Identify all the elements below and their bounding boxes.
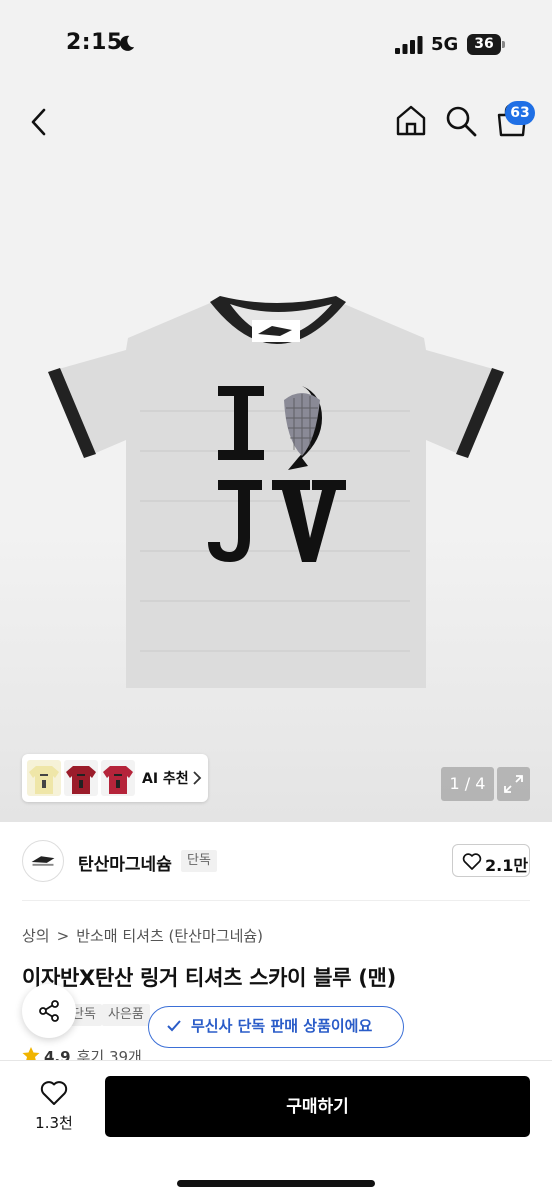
- thumbnail-red-shirt-2: [101, 760, 135, 796]
- share-icon: [39, 1000, 59, 1022]
- divider: [22, 900, 530, 901]
- status-time: 2:15: [66, 30, 123, 55]
- ai-recommendation-label: AI 추천: [142, 771, 189, 787]
- back-icon[interactable]: [24, 104, 56, 140]
- chevron-right-icon: [193, 771, 202, 785]
- battery-icon: 36: [467, 34, 505, 55]
- search-icon[interactable]: [444, 102, 478, 138]
- breadcrumb-subcategory[interactable]: 반소매 티셔츠 (탄산마그네슘): [76, 927, 263, 945]
- brand-logo[interactable]: [22, 840, 64, 882]
- breadcrumb-separator-icon: >: [56, 927, 70, 945]
- brand-like-button[interactable]: 2.1만: [452, 844, 530, 877]
- exclusive-notice-text: 무신사 단독 판매 상품이에요: [191, 1017, 373, 1035]
- brand-name[interactable]: 탄산마그네슘: [78, 850, 172, 875]
- wishlist-button[interactable]: 1.3천: [24, 1078, 84, 1138]
- check-icon: [167, 1020, 181, 1032]
- breadcrumb-category[interactable]: 상의: [22, 927, 50, 945]
- wishlist-count: 1.3천: [35, 1114, 73, 1132]
- rating-value: 4.9: [44, 1048, 71, 1060]
- heart-icon: [462, 853, 482, 870]
- brand-exclusive-badge: 단독: [181, 850, 217, 872]
- product-image: [48, 296, 504, 688]
- review-count: 후기 39개: [76, 1048, 142, 1060]
- buy-button[interactable]: 구매하기: [105, 1076, 530, 1137]
- expand-image-button[interactable]: [497, 767, 530, 801]
- share-button[interactable]: [22, 984, 76, 1038]
- battery-level: 36: [474, 36, 494, 52]
- tag-gift: 사은품: [102, 1004, 150, 1026]
- expand-icon: [504, 775, 523, 793]
- heart-icon: [40, 1081, 68, 1105]
- thumbnail-yellow-shirt: [27, 760, 61, 796]
- status-bar: 2:15 5G 36: [0, 0, 552, 92]
- moon-icon: [120, 35, 135, 51]
- exclusive-notice-tooltip: 무신사 단독 판매 상품이에요: [148, 1006, 404, 1048]
- breadcrumb: 상의 > 반소매 티셔츠 (탄산마그네슘): [22, 925, 263, 946]
- rating-row[interactable]: 4.9 후기 39개: [22, 1046, 142, 1060]
- home-icon[interactable]: [394, 102, 428, 138]
- thumbnail-red-shirt: [64, 760, 98, 796]
- product-title: 이자반X탄산 링거 티셔츠 스카이 블루 (맨): [22, 966, 396, 990]
- image-page-counter: 1 / 4: [441, 767, 494, 801]
- brand-logo-icon: [31, 856, 55, 866]
- home-indicator: [177, 1180, 375, 1187]
- cart-count-badge: 63: [505, 101, 535, 125]
- brand-like-count: 2.1만: [485, 856, 529, 875]
- star-icon: [22, 1047, 40, 1060]
- signal-icon: [395, 36, 423, 54]
- ai-recommendation-button[interactable]: AI 추천: [22, 754, 208, 802]
- network-label: 5G: [431, 34, 459, 55]
